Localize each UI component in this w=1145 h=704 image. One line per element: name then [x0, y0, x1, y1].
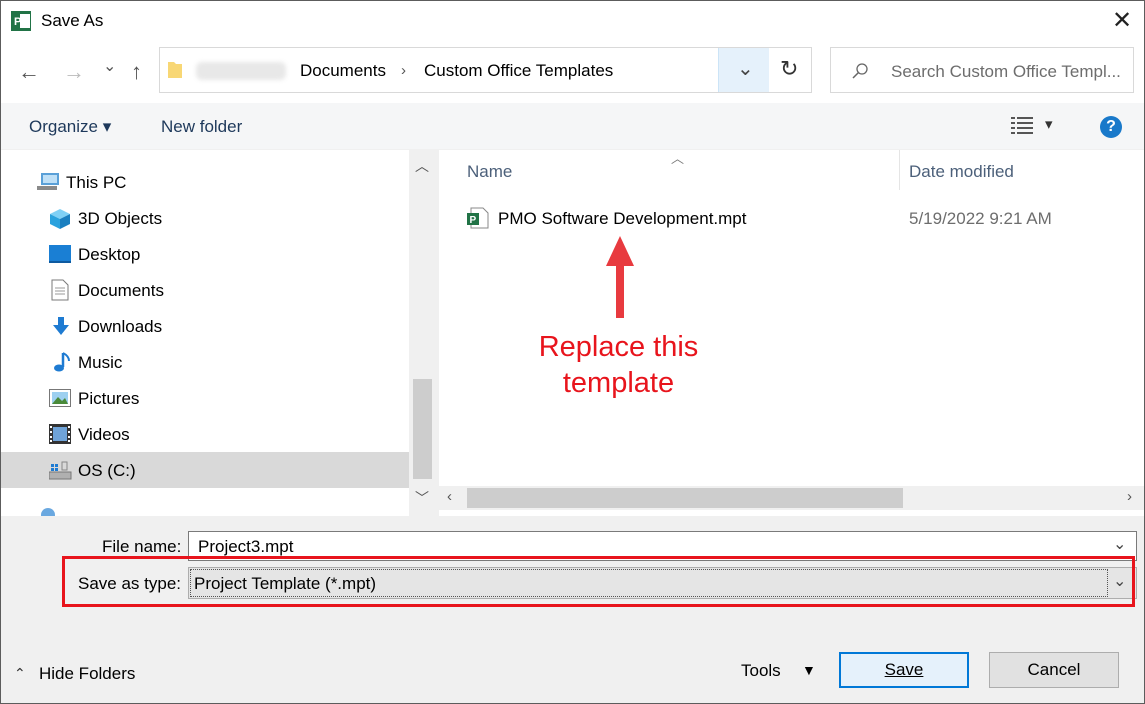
hide-folders-button[interactable]: Hide Folders	[39, 664, 135, 684]
scroll-right-icon[interactable]: ›	[1127, 488, 1132, 505]
up-arrow-icon[interactable]: ↑	[131, 60, 142, 84]
save-as-dialog: P Save As ✕ ← → ⌄ ↑ Documents › Custom O…	[0, 0, 1145, 704]
3d-objects-icon	[50, 209, 70, 229]
sidebar-item-os-c[interactable]: OS (C:)	[1, 452, 409, 488]
annotation-arrow	[606, 236, 634, 318]
sidebar-item-label: Desktop	[78, 245, 141, 264]
recent-locations-icon[interactable]: ⌄	[103, 55, 116, 79]
address-dropdown[interactable]: ⌄	[718, 48, 769, 92]
title-bar: P Save As ✕	[1, 1, 1144, 41]
scrollbar-thumb[interactable]	[413, 379, 432, 479]
documents-icon	[51, 279, 69, 301]
blurred-user-folder	[196, 62, 286, 80]
sidebar-item-documents[interactable]: Documents	[1, 272, 409, 308]
project-app-icon: P	[11, 11, 31, 31]
scroll-up-icon[interactable]: ︿	[415, 156, 429, 176]
organize-menu[interactable]: Organize ▾	[29, 117, 111, 137]
view-options-icon[interactable]	[1011, 116, 1033, 134]
chevron-down-icon: ⌄	[737, 58, 754, 80]
sidebar-item-downloads[interactable]: Downloads	[1, 308, 409, 344]
address-bar[interactable]: Documents › Custom Office Templates ⌄ ↻	[159, 47, 812, 93]
annotation-line-2: template	[562, 367, 675, 399]
annotation-line-1: Replace this	[538, 331, 699, 363]
sidebar-item-label: OS (C:)	[78, 461, 136, 480]
forward-arrow-icon[interactable]: →	[63, 60, 85, 84]
sidebar-item-label: Pictures	[78, 389, 140, 408]
file-date-modified: 5/19/2022 9:21 AM	[909, 209, 1052, 228]
search-icon	[852, 63, 868, 79]
save-button[interactable]: Save	[839, 652, 969, 688]
downloads-icon	[53, 317, 69, 335]
scroll-down-icon[interactable]: ﹀	[415, 488, 429, 508]
save-button-label: Save	[884, 660, 924, 679]
file-list: ︿ Name Date modified P PMO Software Deve…	[439, 150, 1144, 516]
tools-dropdown-icon[interactable]: ▼	[802, 662, 816, 678]
new-folder-button[interactable]: New folder	[161, 117, 242, 137]
search-box[interactable]: Search Custom Office Templ...	[830, 47, 1134, 93]
sidebar-item-label: This PC	[66, 173, 127, 192]
chevron-up-icon[interactable]: ⌃	[14, 665, 26, 682]
sort-ascending-icon: ︿	[671, 151, 685, 166]
chevron-down-icon[interactable]: ⌄	[1113, 534, 1126, 554]
column-divider[interactable]	[899, 150, 900, 190]
svg-text:P: P	[470, 215, 477, 226]
desktop-icon	[49, 245, 71, 263]
sidebar-item-pictures[interactable]: Pictures	[1, 380, 409, 416]
navigation-bar: ← → ⌄ ↑ Documents › Custom Office Templa…	[1, 41, 1144, 103]
videos-icon	[49, 424, 71, 444]
horizontal-scrollbar-thumb[interactable]	[467, 488, 903, 508]
help-icon[interactable]: ?	[1100, 116, 1122, 138]
sidebar-item-3d-objects[interactable]: 3D Objects	[1, 200, 409, 236]
file-name-label: File name:	[102, 537, 182, 556]
refresh-icon[interactable]: ↻	[780, 56, 798, 82]
column-header-name[interactable]: Name	[467, 162, 512, 182]
pictures-icon	[49, 389, 71, 407]
drive-icon	[49, 461, 72, 480]
pc-icon	[37, 173, 59, 190]
sidebar-item-label: Videos	[78, 425, 130, 444]
highlight-box	[62, 556, 1135, 607]
music-icon	[54, 352, 70, 372]
scroll-left-icon[interactable]: ‹	[447, 488, 452, 505]
sidebar-item-videos[interactable]: Videos	[1, 416, 409, 452]
folder-icon	[168, 62, 182, 78]
sidebar-item-label: 3D Objects	[78, 209, 163, 228]
sidebar-item-label: Downloads	[78, 317, 163, 336]
sidebar-item-label: Music	[78, 353, 123, 372]
cancel-button[interactable]: Cancel	[989, 652, 1119, 688]
sidebar-item-network-partial	[41, 506, 141, 516]
file-name[interactable]: PMO Software Development.mpt	[498, 209, 746, 229]
back-arrow-icon[interactable]: ←	[18, 60, 40, 84]
file-name-value: Project3.mpt	[198, 537, 294, 556]
sidebar-item-desktop[interactable]: Desktop	[1, 236, 409, 272]
project-file-icon: P	[467, 207, 489, 229]
tools-button[interactable]: Tools	[741, 661, 781, 681]
view-dropdown-icon[interactable]: ▾	[1045, 115, 1053, 133]
window-title: Save As	[41, 11, 104, 30]
navigation-pane: This PC 3D Objects Desktop Documents Dow…	[1, 150, 409, 516]
sidebar-item-music[interactable]: Music	[1, 344, 409, 380]
annotation-text: Replace this template	[491, 329, 746, 401]
breadcrumb-separator-icon: ›	[401, 62, 406, 79]
svg-text:P: P	[14, 16, 21, 28]
column-header-date-modified[interactable]: Date modified	[909, 162, 1014, 182]
close-icon[interactable]: ✕	[1106, 5, 1138, 37]
sidebar-item-label: Documents	[78, 281, 164, 300]
file-row[interactable]: P PMO Software Development.mpt 5/19/2022…	[467, 206, 1127, 232]
search-input[interactable]: Search Custom Office Templ...	[891, 62, 1121, 82]
breadcrumb-documents[interactable]: Documents	[300, 61, 386, 81]
file-list-horizontal-scrollbar[interactable]: ‹ ›	[439, 486, 1144, 510]
sidebar-item-this-pc[interactable]: This PC	[1, 164, 409, 200]
breadcrumb-custom-office-templates[interactable]: Custom Office Templates	[424, 61, 613, 81]
command-bar: Organize ▾ New folder ▾ ?	[1, 103, 1144, 149]
